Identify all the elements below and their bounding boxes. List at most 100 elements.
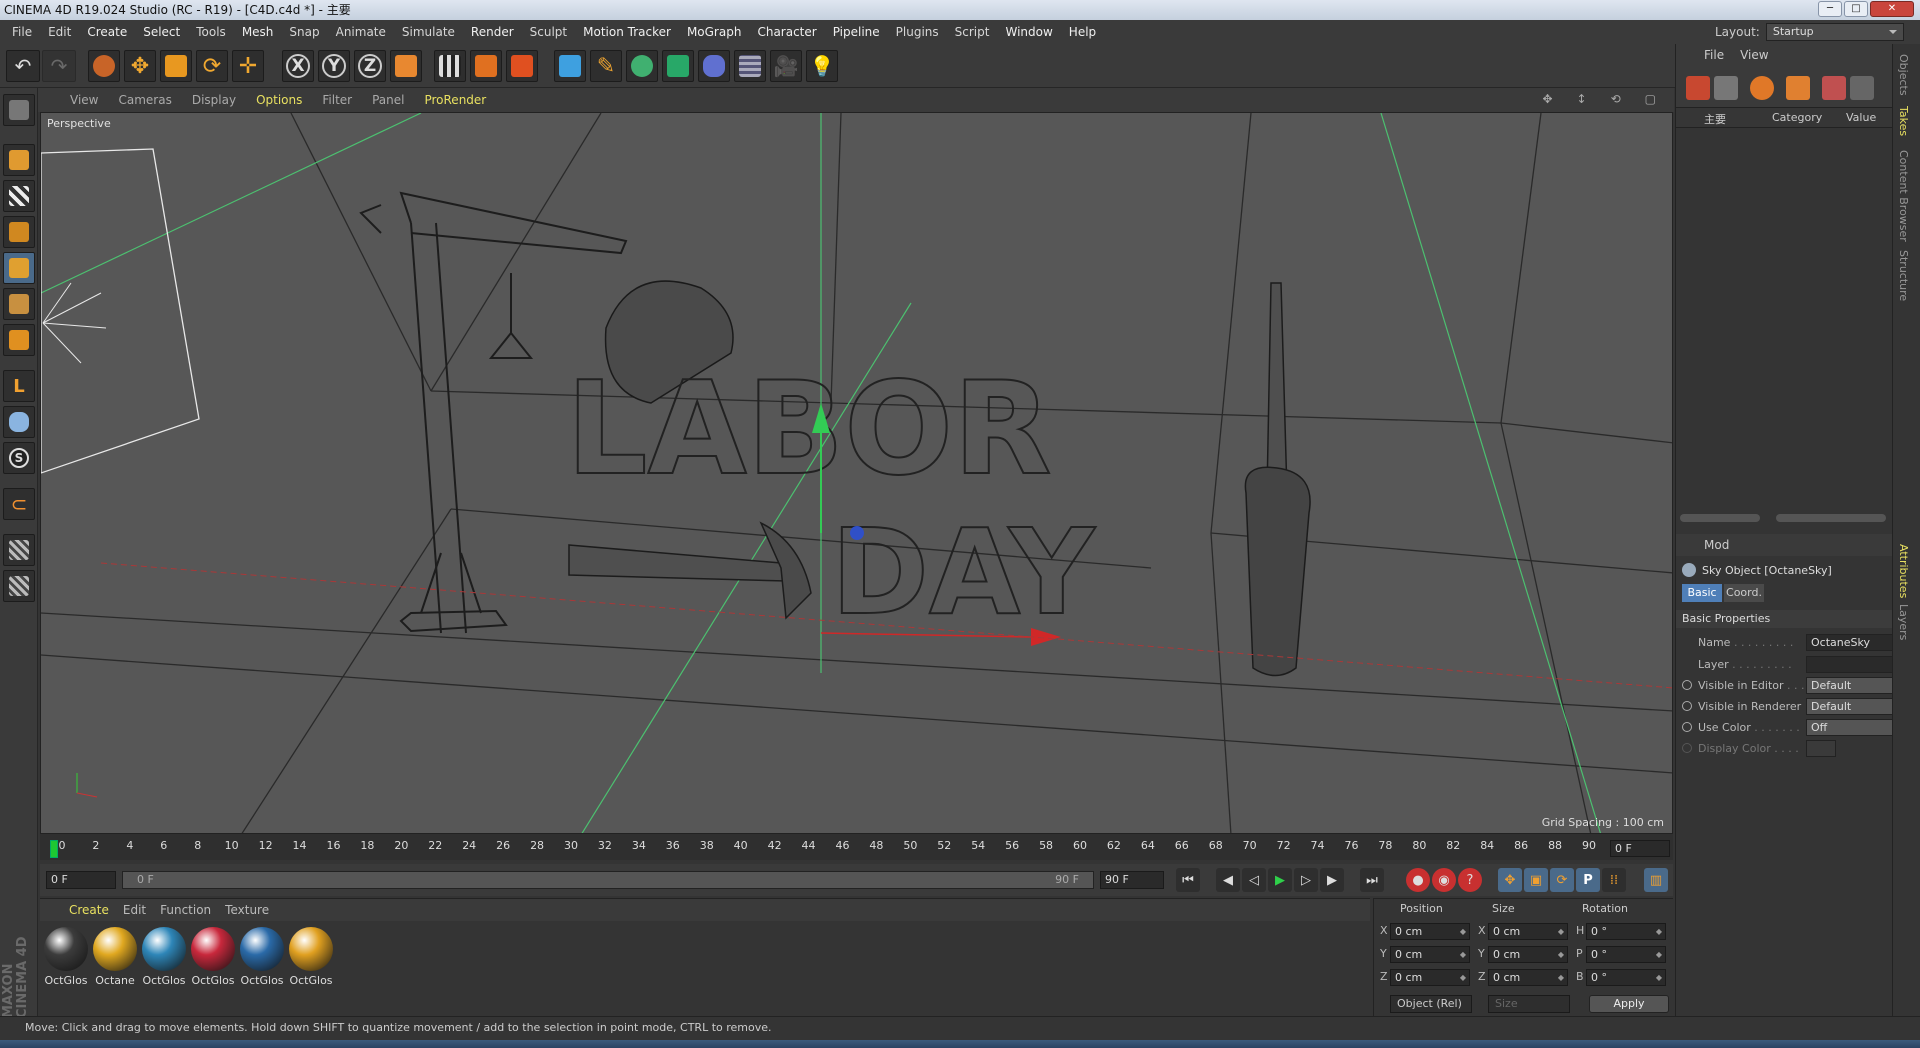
coord-pos-y[interactable]: 0 cm — [1390, 946, 1470, 963]
coord-size-y[interactable]: 0 cm — [1488, 946, 1568, 963]
material-swatch[interactable]: OctGlos — [189, 927, 237, 987]
minimize-button[interactable]: ─ — [1818, 1, 1842, 17]
attr-visible-editor-dropdown[interactable]: Default — [1806, 677, 1894, 694]
attr-visible-renderer-dropdown[interactable]: Default — [1806, 698, 1894, 715]
attr-use-color-dropdown[interactable]: Off — [1806, 719, 1894, 736]
live-select-button[interactable] — [88, 50, 120, 82]
attr-name-field[interactable]: OctaneSky — [1806, 634, 1894, 651]
attr-layer-field[interactable] — [1806, 656, 1894, 673]
viewport-perspective[interactable]: LABOR DAY Perspective Grid Spacing : 100… — [40, 112, 1673, 834]
magnet-button[interactable]: ⊂ — [3, 488, 35, 520]
vp-menu-panel[interactable]: Panel — [362, 93, 414, 107]
key-rotation-button[interactable]: ⟳ — [1550, 868, 1574, 892]
menu-render[interactable]: Render — [463, 25, 522, 39]
vp-menu-prorender[interactable]: ProRender — [414, 93, 496, 107]
key-pla-button[interactable]: ⁞⁞ — [1602, 868, 1626, 892]
menu-create[interactable]: Create — [79, 25, 135, 39]
vp-menu-cameras[interactable]: Cameras — [108, 93, 181, 107]
menu-simulate[interactable]: Simulate — [394, 25, 463, 39]
vp-menu-options[interactable]: Options — [246, 93, 312, 107]
menu-script[interactable]: Script — [947, 25, 998, 39]
menu-edit[interactable]: Edit — [40, 25, 79, 39]
menu-mograph[interactable]: MoGraph — [679, 25, 750, 39]
orbit-icon[interactable]: ⟲ — [1601, 92, 1631, 106]
timeline-window-button[interactable]: ▥ — [1644, 868, 1668, 892]
camera-button[interactable]: 🎥 — [770, 50, 802, 82]
floor-button[interactable] — [734, 50, 766, 82]
octane-objects-icon[interactable] — [1786, 76, 1810, 100]
attr-tab-basic[interactable]: Basic — [1682, 584, 1722, 602]
layout-dropdown[interactable]: Startup — [1765, 23, 1904, 41]
menu-file[interactable]: File — [4, 25, 40, 39]
vp-menu-view[interactable]: View — [60, 93, 108, 107]
render-view-button[interactable] — [434, 50, 466, 82]
z-axis-button[interactable]: Z — [354, 50, 386, 82]
deformer-button[interactable] — [698, 50, 730, 82]
key-scale-button[interactable]: ▣ — [1524, 868, 1548, 892]
cube-button[interactable] — [554, 50, 586, 82]
attr-visible-renderer-radio[interactable] — [1682, 701, 1692, 711]
menu-motion-tracker[interactable]: Motion Tracker — [575, 25, 679, 39]
preview-range-slider[interactable]: 0 F 90 F — [122, 871, 1094, 889]
lock-workplane-button[interactable] — [3, 534, 35, 566]
autokey-button[interactable]: ◉ — [1432, 868, 1456, 892]
close-button[interactable]: ✕ — [1870, 1, 1914, 17]
maximize-view-icon[interactable]: ▢ — [1635, 92, 1666, 106]
side-tab-objects[interactable]: Objects — [1897, 54, 1910, 96]
go-to-end-button[interactable]: ⏭ — [1360, 868, 1384, 892]
go-to-start-button[interactable]: ⏮ — [1176, 868, 1200, 892]
object-scrollbar-h2[interactable] — [1776, 514, 1886, 522]
attr-menu-mode[interactable]: Mod — [1704, 538, 1729, 552]
vp-menu-display[interactable]: Display — [182, 93, 246, 107]
vp-menu-filter[interactable]: Filter — [312, 93, 362, 107]
octane-material-icon[interactable] — [1750, 76, 1774, 100]
menu-tools[interactable]: Tools — [188, 25, 234, 39]
recent-tool-button[interactable]: ✛ — [232, 50, 264, 82]
coord-size-z[interactable]: 0 cm — [1488, 969, 1568, 986]
menu-mesh[interactable]: Mesh — [234, 25, 282, 39]
attr-visible-editor-radio[interactable] — [1682, 680, 1692, 690]
attr-display-color-swatch[interactable] — [1806, 740, 1836, 757]
coord-rot-p[interactable]: 0 ° — [1586, 946, 1666, 963]
redo-button[interactable]: ↷ — [42, 50, 76, 82]
pen-spline-button[interactable]: ✎ — [590, 50, 622, 82]
move-tool-button[interactable]: ✥ — [124, 50, 156, 82]
make-editable-button[interactable] — [3, 94, 35, 126]
snap-button[interactable]: S — [3, 442, 35, 474]
timeline-ruler[interactable]: 0 2 4 6 8 10 12 14 16 18 20 22 24 26 28 30 32 34 36 38 40 42 4… — [50, 836, 1605, 856]
coord-size-dropdown[interactable]: Size — [1488, 995, 1570, 1013]
prev-key-button[interactable]: ◀ — [1216, 868, 1240, 892]
side-tab-attributes[interactable]: Attributes — [1897, 544, 1910, 598]
octane-live-viewer-icon[interactable] — [1686, 76, 1710, 100]
rotate-tool-button[interactable]: ⟳ — [196, 50, 228, 82]
menu-pipeline[interactable]: Pipeline — [825, 25, 888, 39]
edges-mode-button[interactable] — [3, 288, 35, 320]
timeline-playhead[interactable] — [50, 840, 58, 858]
menu-help[interactable]: Help — [1061, 25, 1104, 39]
menu-snap[interactable]: Snap — [281, 25, 327, 39]
coord-pos-z[interactable]: 0 cm — [1390, 969, 1470, 986]
menu-sculpt[interactable]: Sculpt — [522, 25, 575, 39]
mat-menu-function[interactable]: Function — [153, 903, 218, 917]
axis-mode-button[interactable]: L — [3, 370, 35, 402]
workplane-mode-button[interactable] — [3, 216, 35, 248]
undo-button[interactable]: ↶ — [6, 50, 40, 82]
menu-window[interactable]: Window — [997, 25, 1060, 39]
octane-settings-icon[interactable] — [1714, 76, 1738, 100]
coord-pos-x[interactable]: 0 cm — [1390, 923, 1470, 940]
coord-size-x[interactable]: 0 cm — [1488, 923, 1568, 940]
prev-frame-button[interactable]: ◁ — [1242, 868, 1266, 892]
play-button[interactable]: ▶ — [1268, 868, 1292, 892]
attr-display-color-radio[interactable] — [1682, 743, 1692, 753]
mat-menu-texture[interactable]: Texture — [218, 903, 276, 917]
coord-rot-h[interactable]: 0 ° — [1586, 923, 1666, 940]
side-tab-layers[interactable]: Layers — [1897, 604, 1910, 640]
attr-use-color-radio[interactable] — [1682, 722, 1692, 732]
coord-rot-b[interactable]: 0 ° — [1586, 969, 1666, 986]
side-tab-content-browser[interactable]: Content Browser — [1897, 150, 1910, 242]
material-swatch[interactable]: Octane — [91, 927, 139, 987]
polygons-mode-button[interactable] — [3, 324, 35, 356]
octane-tools-icon[interactable] — [1850, 76, 1874, 100]
points-mode-button[interactable] — [3, 252, 35, 284]
planar-workplane-button[interactable] — [3, 570, 35, 602]
